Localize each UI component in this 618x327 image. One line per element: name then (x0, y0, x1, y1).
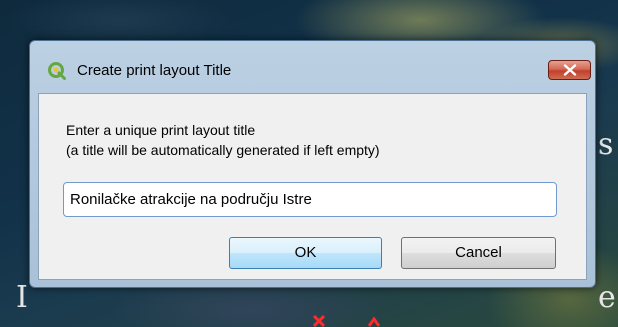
map-label-fragment: e (598, 280, 616, 315)
map-marker-icon (368, 316, 380, 327)
dialog-title: Create print layout Title (77, 62, 232, 79)
cancel-button[interactable]: Cancel (401, 237, 556, 269)
qgis-logo-icon (48, 62, 66, 80)
prompt-text: Enter a unique print layout title (66, 122, 256, 138)
map-marker-icon (313, 315, 325, 327)
ok-button[interactable]: OK (229, 237, 382, 269)
layout-title-input[interactable] (63, 182, 557, 217)
close-button[interactable] (548, 60, 591, 80)
map-label-fragment: s (598, 127, 614, 162)
close-icon (563, 64, 577, 76)
prompt-hint-text: (a title will be automatically generated… (66, 142, 380, 158)
map-label-fragment: I (16, 280, 28, 315)
